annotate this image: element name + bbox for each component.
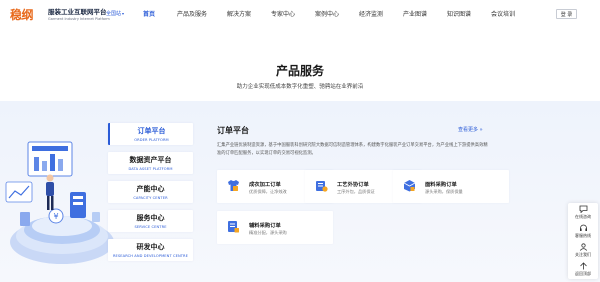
svg-text:¥: ¥ bbox=[53, 212, 58, 221]
arrow-up-icon bbox=[579, 262, 587, 270]
logo-mark[interactable]: 稳纲 bbox=[10, 6, 34, 23]
tab-label-en: DATA ASSET PLATFORM bbox=[128, 167, 173, 171]
card-title: 辅料采购订单 bbox=[249, 223, 281, 229]
section-subtitle: 助力企业实现低成本数字化重塑、驰骋站在业界前沿 bbox=[236, 84, 364, 90]
dashboard-illustration: ¥ bbox=[5, 141, 114, 264]
tab-label-en: RESEARCH AND DEVELOPMENT CENTRE bbox=[112, 254, 189, 258]
content-title: 订单平台 bbox=[217, 126, 249, 135]
main-nav: 首页 产品及服务 解决方案 专家中心 案例中心 经济监测 产业图谱 知识图谱 会… bbox=[131, 0, 525, 27]
tab-label-en: ORDER PLATFORM bbox=[134, 138, 169, 142]
chat-icon bbox=[579, 205, 587, 213]
card-fabric-purchase[interactable]: 面料采购订单 源头采购，保质保量 bbox=[393, 170, 509, 203]
nav-item-knowledge-map[interactable]: 知识图谱 bbox=[437, 0, 481, 27]
card-title: 面料采购订单 bbox=[425, 182, 457, 188]
chevron-down-icon: ▾ bbox=[122, 11, 125, 16]
view-more-link[interactable]: 查看更多 » bbox=[458, 126, 483, 133]
user-icon bbox=[579, 243, 587, 251]
tab-data-asset-platform[interactable]: 数据资产平台 DATA ASSET PLATFORM bbox=[108, 152, 193, 174]
float-label: 关注我们 bbox=[575, 252, 591, 257]
card-subtitle: 精准分配，源头采购 bbox=[249, 230, 287, 235]
follow-us-button[interactable]: 关注我们 bbox=[568, 241, 598, 260]
nav-item-economy[interactable]: 经济监测 bbox=[349, 0, 393, 27]
float-label: 返回顶部 bbox=[575, 271, 591, 276]
float-label: 客服热线 bbox=[575, 233, 591, 238]
tab-label-en: SERVICE CENTRE bbox=[134, 225, 167, 229]
back-to-top-button[interactable]: 返回顶部 bbox=[568, 260, 598, 279]
tab-label: 产能中心 bbox=[136, 185, 165, 193]
online-consult-button[interactable]: 在线咨询 bbox=[568, 203, 598, 222]
floating-toolbar: 在线咨询 客服热线 关注我们 返回顶部 bbox=[568, 203, 598, 279]
tab-order-platform[interactable]: 订单平台 ORDER PLATFORM bbox=[108, 123, 193, 145]
tab-rd-centre[interactable]: 研发中心 RESEARCH AND DEVELOPMENT CENTRE bbox=[108, 239, 193, 261]
card-title: 工艺外协订单 bbox=[337, 182, 369, 188]
section-title: 产品服务 bbox=[275, 64, 324, 78]
nav-item-experts[interactable]: 专家中心 bbox=[261, 0, 305, 27]
process-outsource-icon bbox=[316, 181, 328, 192]
top-header: 稳纲 服装工业互联网平台 Garment Industry Internet P… bbox=[0, 0, 600, 27]
logo-title: 服装工业互联网平台 bbox=[48, 8, 107, 16]
float-label: 在线咨询 bbox=[575, 214, 591, 219]
card-accessory-purchase[interactable]: 辅料采购订单 精准分配，源头采购 bbox=[217, 211, 333, 244]
nav-item-industry-map[interactable]: 产业图谱 bbox=[393, 0, 437, 27]
content-description: 汇集产业链优质制造资源，基于中国服装科创研究院大数据可信制造管理体系，构建数字化… bbox=[217, 143, 488, 156]
garment-order-icon bbox=[228, 180, 239, 191]
tab-service-centre[interactable]: 服务中心 SERVICE CENTRE bbox=[108, 210, 193, 232]
tab-label: 订单平台 bbox=[137, 127, 166, 135]
card-subtitle: 优质保障，让净效改 bbox=[249, 189, 287, 194]
region-selector[interactable]: 全国站▾ bbox=[106, 10, 124, 17]
card-subtitle: 工序外包，品质保证 bbox=[337, 189, 375, 194]
card-subtitle: 源头采购，保质保量 bbox=[425, 189, 463, 194]
nav-item-cases[interactable]: 案例中心 bbox=[305, 0, 349, 27]
accessory-purchase-icon bbox=[228, 221, 239, 233]
logo-text[interactable]: 服装工业互联网平台 Garment Industry Internet Plat… bbox=[48, 6, 110, 21]
tab-label-en: CAPACITY CENTER bbox=[133, 196, 168, 200]
login-button[interactable]: 登 录 bbox=[556, 9, 577, 19]
card-title: 成衣加工订单 bbox=[249, 182, 281, 188]
hotline-button[interactable]: 客服热线 bbox=[568, 222, 598, 241]
tab-label: 数据资产平台 bbox=[129, 156, 172, 164]
nav-item-training[interactable]: 会议培训 bbox=[481, 0, 525, 27]
tab-label: 研发中心 bbox=[136, 243, 165, 251]
region-label: 全国站 bbox=[106, 11, 122, 17]
headset-icon bbox=[579, 224, 587, 231]
product-tabs: 订单平台 ORDER PLATFORM 数据资产平台 DATA ASSET PL… bbox=[108, 123, 193, 268]
logo-subtitle: Garment Industry Internet Platform bbox=[48, 17, 110, 21]
nav-item-home[interactable]: 首页 bbox=[131, 0, 167, 27]
tab-capacity-center[interactable]: 产能中心 CAPACITY CENTER bbox=[108, 181, 193, 203]
tab-label: 服务中心 bbox=[136, 214, 165, 222]
fabric-purchase-icon bbox=[403, 180, 416, 192]
nav-item-products[interactable]: 产品及服务 bbox=[167, 0, 217, 27]
nav-item-solutions[interactable]: 解决方案 bbox=[217, 0, 261, 27]
